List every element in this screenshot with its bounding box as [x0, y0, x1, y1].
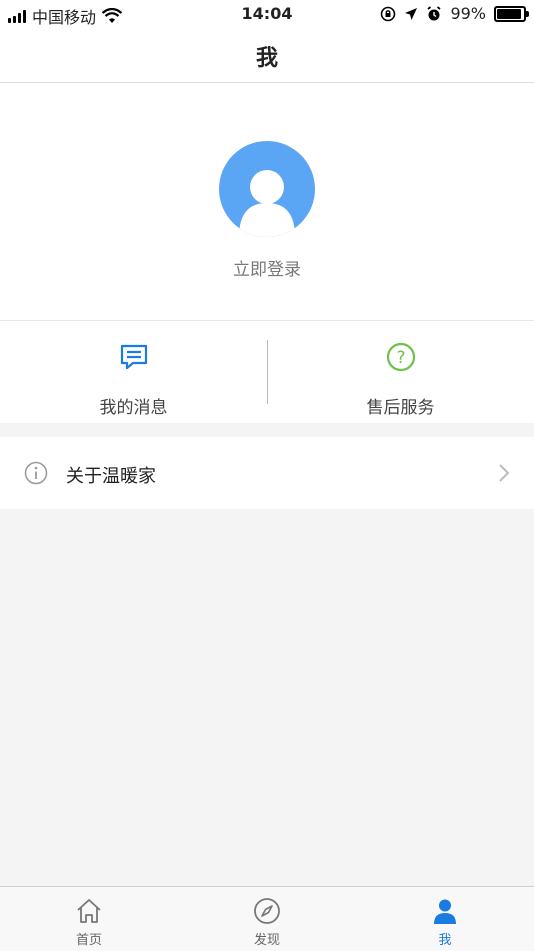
- svg-text:?: ?: [396, 348, 405, 368]
- battery-icon: [494, 5, 529, 22]
- menu-item-label: 关于温暖家: [66, 466, 156, 487]
- tab-me-label: 我: [438, 933, 452, 948]
- battery-percent: 99%: [450, 4, 486, 23]
- page-title: 我: [255, 46, 278, 71]
- profile-header: 立即登录: [0, 83, 534, 321]
- rotation-lock-icon: [381, 6, 396, 21]
- navigation-bar: 我: [0, 28, 534, 83]
- home-icon: [77, 899, 101, 923]
- after-sales-label: 售后服务: [366, 398, 435, 418]
- my-messages-label: 我的消息: [99, 398, 168, 418]
- tab-discover[interactable]: 发现: [178, 887, 356, 951]
- status-bar: 中国移动 14:04 99%: [0, 0, 534, 28]
- chevron-right-icon: [499, 464, 510, 482]
- location-icon: [405, 7, 418, 20]
- tab-discover-label: 发现: [253, 933, 280, 948]
- my-messages-button[interactable]: 我的消息: [0, 321, 267, 423]
- login-button[interactable]: 立即登录: [0, 255, 534, 280]
- tab-home[interactable]: 首页: [0, 887, 178, 951]
- after-sales-button[interactable]: ? 售后服务: [267, 321, 534, 423]
- tab-home-label: 首页: [75, 933, 102, 948]
- tab-me[interactable]: 我: [356, 887, 534, 951]
- menu-item-about[interactable]: 关于温暖家: [0, 437, 534, 509]
- shortcut-panel: 我的消息 ? 售后服务: [0, 321, 534, 423]
- person-icon: [434, 899, 456, 924]
- info-icon: [24, 461, 48, 485]
- help-icon: ?: [386, 342, 416, 372]
- compass-icon: [254, 898, 280, 924]
- message-icon: [120, 344, 148, 370]
- tab-bar: 首页 发现 我: [0, 886, 534, 951]
- user-avatar-icon[interactable]: [219, 141, 315, 237]
- alarm-icon: [427, 5, 441, 20]
